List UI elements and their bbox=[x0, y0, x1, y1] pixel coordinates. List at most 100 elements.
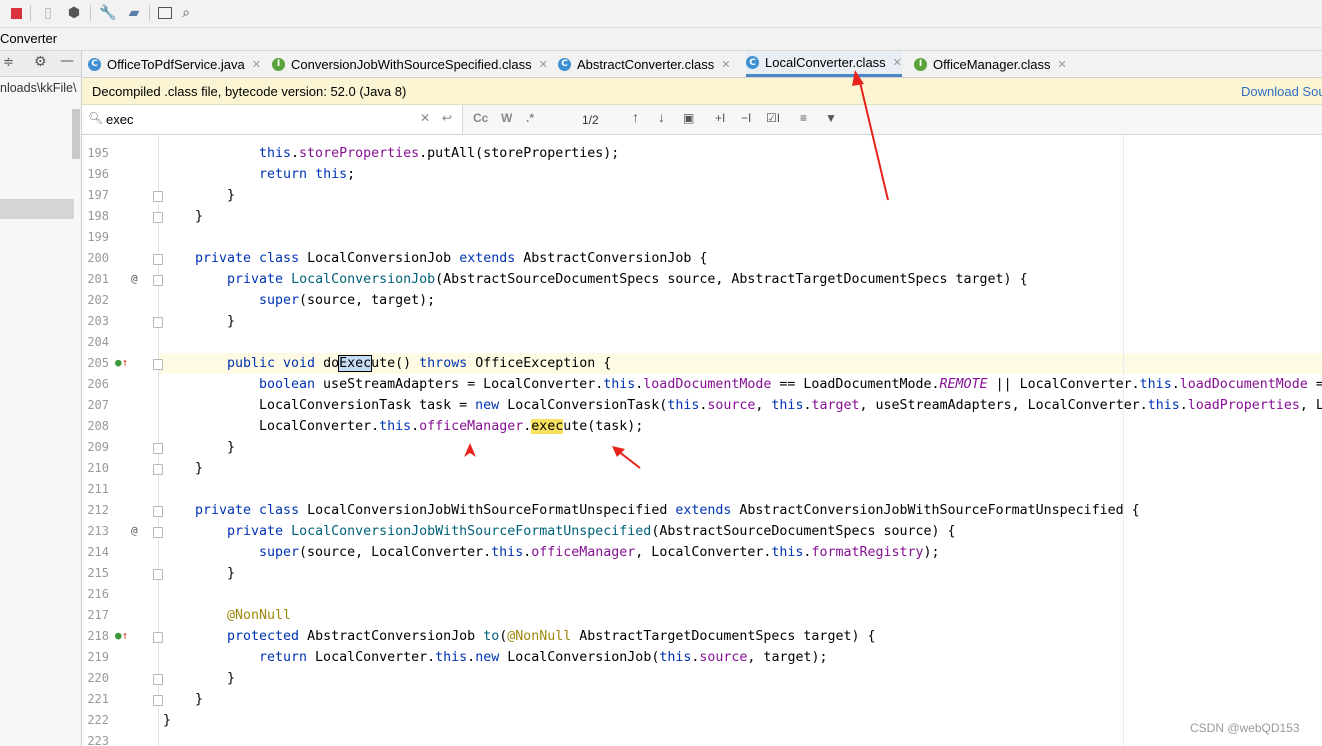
next-occurrence-icon[interactable]: ↓ bbox=[658, 109, 665, 125]
code-line[interactable]: @NonNull bbox=[163, 605, 291, 626]
code-editor[interactable]: 195 196 197 198 199 200 201 @202 203 204 205 ●↑ 206 2… bbox=[82, 135, 1322, 746]
project-panel-scrollbar[interactable] bbox=[72, 109, 80, 159]
code-line[interactable]: private LocalConversionJob(AbstractSourc… bbox=[163, 269, 1028, 290]
code-line[interactable]: } bbox=[163, 458, 203, 479]
tab-3[interactable]: C LocalConverter.class ✕ bbox=[746, 51, 902, 77]
tab-4[interactable]: I OfficeManager.class ✕ bbox=[914, 51, 1067, 77]
clear-search-icon[interactable]: ✕ bbox=[420, 111, 430, 125]
code-line[interactable]: LocalConversionTask task = new LocalConv… bbox=[163, 395, 1322, 416]
code-line[interactable]: super(source, target); bbox=[163, 290, 435, 311]
wrench-icon[interactable]: 🔧 bbox=[99, 4, 117, 22]
fold-marker-icon[interactable] bbox=[153, 443, 163, 454]
editor-gutter[interactable]: 195 196 197 198 199 200 201 @202 203 204 205 ●↑ 206 2… bbox=[82, 135, 163, 746]
regex-toggle[interactable]: .* bbox=[526, 111, 534, 125]
code-line[interactable]: } bbox=[163, 563, 235, 584]
remove-selection-icon[interactable]: −I bbox=[741, 111, 751, 125]
filter-icon[interactable]: ▼ bbox=[825, 111, 837, 125]
close-tab-icon[interactable]: ✕ bbox=[252, 58, 261, 71]
gear-icon[interactable]: ⚙ bbox=[34, 54, 47, 70]
annotation-gutter-icon[interactable]: @ bbox=[131, 524, 138, 537]
code-line[interactable]: private class LocalConversionJob extends… bbox=[163, 248, 707, 269]
code-line[interactable]: } bbox=[163, 206, 203, 227]
close-tab-icon[interactable]: ✕ bbox=[893, 56, 902, 69]
tab-2[interactable]: C AbstractConverter.class ✕ bbox=[558, 51, 731, 77]
code-token: LocalConversionJob( bbox=[499, 650, 660, 665]
toolbar-separator bbox=[30, 5, 31, 21]
add-selection-icon[interactable]: +I bbox=[715, 111, 725, 125]
override-up-icon[interactable]: ●↑ bbox=[115, 356, 128, 369]
line-number: 206 bbox=[87, 377, 109, 391]
fold-marker-icon[interactable] bbox=[153, 191, 163, 202]
fold-marker-icon[interactable] bbox=[153, 317, 163, 328]
annotation-gutter-icon[interactable]: @ bbox=[131, 272, 138, 285]
search-icon[interactable]: 🔍︎ bbox=[88, 111, 103, 125]
select-all-occurrences-icon[interactable]: ▣ bbox=[683, 111, 694, 125]
project-tree-selected-row[interactable] bbox=[0, 199, 74, 219]
code-line[interactable]: this.storeProperties.putAll(storePropert… bbox=[163, 143, 619, 164]
build-icon[interactable]: ⬢ bbox=[65, 4, 83, 22]
terminal-icon[interactable] bbox=[156, 4, 174, 22]
code-line[interactable]: boolean useStreamAdapters = LocalConvert… bbox=[163, 374, 1322, 395]
code-line[interactable]: return this; bbox=[163, 164, 355, 185]
line-number: 223 bbox=[87, 734, 109, 746]
attach-debugger-icon[interactable]: ▯ bbox=[39, 4, 57, 22]
collapse-all-icon[interactable]: ≑ bbox=[3, 55, 14, 70]
project-panel: ≑ ⚙ — nloads\kkFile\ bbox=[0, 51, 82, 746]
fold-marker-icon[interactable] bbox=[153, 632, 163, 643]
fold-marker-icon[interactable] bbox=[153, 674, 163, 685]
minimize-icon[interactable]: — bbox=[60, 53, 74, 69]
close-tab-icon[interactable]: ✕ bbox=[539, 58, 548, 71]
code-token: this bbox=[259, 146, 292, 161]
project-structure-icon[interactable]: ▰ bbox=[125, 4, 143, 22]
close-tab-icon[interactable]: ✕ bbox=[1058, 58, 1067, 71]
fold-marker-icon[interactable] bbox=[153, 254, 163, 265]
filter-options-icon[interactable]: ≡ bbox=[800, 111, 807, 125]
new-line-icon[interactable]: ↩ bbox=[442, 111, 452, 125]
stop-icon[interactable] bbox=[7, 4, 25, 22]
code-line[interactable]: return LocalConverter.this.new LocalConv… bbox=[163, 647, 827, 668]
code-token: = bbox=[1315, 377, 1322, 392]
match-case-toggle[interactable]: Cc bbox=[473, 111, 488, 125]
fold-marker-icon[interactable] bbox=[153, 527, 163, 538]
code-line[interactable]: } bbox=[163, 437, 235, 458]
code-line[interactable]: } bbox=[163, 710, 171, 731]
fold-marker-icon[interactable] bbox=[153, 569, 163, 580]
editor-tabs: C OfficeToPdfService.java ✕ I ConversionJobW… bbox=[82, 51, 1322, 78]
code-token: storeProperties bbox=[299, 146, 420, 161]
code-line[interactable]: private class LocalConversionJobWithSour… bbox=[163, 500, 1140, 521]
toolbar-separator bbox=[149, 5, 150, 21]
fold-marker-icon[interactable] bbox=[153, 275, 163, 286]
search-everywhere-icon[interactable]: ⌕ bbox=[177, 4, 195, 22]
tab-0[interactable]: C OfficeToPdfService.java ✕ bbox=[88, 51, 261, 77]
whole-words-toggle[interactable]: W bbox=[501, 111, 512, 125]
code-line[interactable]: protected AbstractConversionJob to(@NonN… bbox=[163, 626, 875, 647]
code-line[interactable]: public void doExecute() throws OfficeExc… bbox=[163, 353, 611, 374]
line-number: 204 bbox=[87, 335, 109, 349]
code-line[interactable]: LocalConverter.this.officeManager.execut… bbox=[163, 416, 643, 437]
breadcrumb-item[interactable]: Converter bbox=[0, 31, 57, 46]
fold-marker-icon[interactable] bbox=[153, 464, 163, 475]
project-tree-path[interactable]: nloads\kkFile\ bbox=[0, 81, 78, 95]
code-line[interactable]: } bbox=[163, 689, 203, 710]
previous-occurrence-icon[interactable]: ↑ bbox=[632, 109, 639, 125]
line-number: 222 bbox=[87, 713, 109, 727]
code-token: } bbox=[227, 188, 236, 203]
fold-marker-icon[interactable] bbox=[153, 695, 163, 706]
fold-marker-icon[interactable] bbox=[153, 359, 163, 370]
fold-marker-icon[interactable] bbox=[153, 212, 163, 223]
override-up-icon[interactable]: ●↑ bbox=[115, 629, 128, 642]
code-line[interactable]: private LocalConversionJobWithSourceForm… bbox=[163, 521, 956, 542]
interface-icon: I bbox=[914, 57, 927, 71]
code-line[interactable]: } bbox=[163, 668, 235, 689]
search-input[interactable] bbox=[106, 109, 406, 129]
code-token: , LocalConverter. bbox=[635, 545, 772, 560]
code-line[interactable]: } bbox=[163, 185, 235, 206]
download-sources-link[interactable]: Download Sou bbox=[1241, 84, 1322, 99]
toggle-selection-icon[interactable]: ☑I bbox=[766, 111, 780, 125]
close-tab-icon[interactable]: ✕ bbox=[721, 58, 730, 71]
tab-1[interactable]: I ConversionJobWithSourceSpecified.class ✕ bbox=[272, 51, 548, 77]
code-line[interactable]: super(source, LocalConverter.this.office… bbox=[163, 542, 940, 563]
code-token: . bbox=[1179, 398, 1188, 413]
code-line[interactable]: } bbox=[163, 311, 235, 332]
fold-marker-icon[interactable] bbox=[153, 506, 163, 517]
